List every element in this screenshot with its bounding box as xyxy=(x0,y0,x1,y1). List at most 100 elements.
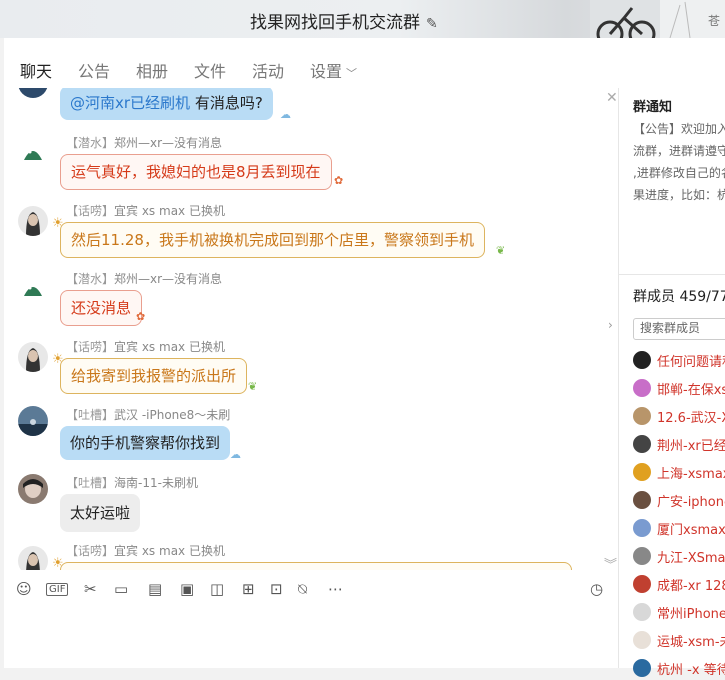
member-role: 【话唠】 xyxy=(66,340,115,354)
gift-icon[interactable]: ⊞ xyxy=(242,580,255,598)
member-name: 杭州 -x 等待 xyxy=(657,663,725,678)
message-bubble[interactable]: 给我寄到我报警的派出所 xyxy=(60,358,248,394)
member-role: 【吐槽】 xyxy=(66,476,115,490)
avatar xyxy=(633,519,651,537)
close-icon[interactable]: ✕ xyxy=(606,90,618,106)
member-name: 成都-xr 128 xyxy=(657,579,725,594)
tab-files[interactable]: 文件 xyxy=(194,58,226,82)
avatar[interactable] xyxy=(18,406,48,436)
scroll-down-icon[interactable]: ︾ xyxy=(604,554,617,570)
message-list[interactable]: ✕ @河南xr已经刷机 有消息吗? ☁ 【潜水】郑州—xr—没有消息 运气真好，… xyxy=(4,88,618,570)
member-name: 邯郸-在保xsr xyxy=(657,383,725,398)
cloud-bubble-icon: ☁ xyxy=(280,108,291,121)
member-name[interactable]: 郑州—xr—没有消息 xyxy=(114,272,222,286)
member-name: 运城-xsm-未 xyxy=(657,635,725,650)
member-name: 12.6-武汉-XI xyxy=(657,411,725,426)
history-clock-icon[interactable]: ◷ xyxy=(590,580,603,598)
member-role: 【潜水】 xyxy=(66,136,115,150)
member-name[interactable]: 郑州—xr—没有消息 xyxy=(114,136,222,150)
message-input[interactable] xyxy=(4,606,618,668)
avatar[interactable] xyxy=(18,274,48,304)
notice-line[interactable]: 【公告】欢迎加入找 xyxy=(633,120,725,137)
red-packet-icon[interactable]: ⊡ xyxy=(270,580,283,598)
notice-title: 群通知 xyxy=(633,100,673,115)
avatar[interactable] xyxy=(18,138,48,168)
message-bubble[interactable]: 还没消息 xyxy=(60,290,143,326)
scissors-icon[interactable]: ✂ xyxy=(84,580,97,598)
message-bubble[interactable]: 你的手机警察帮你找到 xyxy=(60,426,231,460)
message-meta: 【吐槽】海南-11-未刷机 xyxy=(66,474,198,491)
avatar[interactable] xyxy=(18,88,48,98)
message-text: 太好运啦 xyxy=(70,504,131,522)
message-bubble[interactable]: 然后11.28，我手机被换机完成回到那个店里，警察领到手机 xyxy=(60,222,485,258)
avatar xyxy=(633,491,651,509)
doc-icon[interactable]: ▤ xyxy=(148,580,162,598)
message-meta: 【吐槽】武汉 -iPhone8～未刷 xyxy=(66,406,230,423)
member-name: 任何问题请私 xyxy=(657,355,725,370)
member-role: 【吐槽】 xyxy=(66,408,115,422)
mention-link[interactable]: @河南xr已经刷机 xyxy=(70,94,190,112)
message-text: 有消息吗? xyxy=(194,94,263,112)
message-bubble[interactable]: 太好运啦 xyxy=(60,494,141,532)
fire-bubble-icon: ✿ xyxy=(136,310,146,323)
notice-line[interactable]: ,进群修改自己的名 xyxy=(633,164,725,181)
tab-settings[interactable]: 设置 ﹀ xyxy=(310,58,357,82)
message-meta: 【话唠】宜宾 xs max 已换机 xyxy=(66,542,225,559)
mute-bell-icon[interactable]: ⍉ xyxy=(298,580,307,598)
member-role: 【潜水】 xyxy=(66,272,115,286)
avatar[interactable] xyxy=(18,474,48,504)
member-name[interactable]: 宜宾 xs max 已换机 xyxy=(114,544,225,558)
avatar[interactable] xyxy=(18,546,48,570)
members-title: 群成员 459/77 xyxy=(633,289,725,305)
group-title-text: 找果网找回手机交流群 xyxy=(250,13,420,33)
gif-icon[interactable]: GIF xyxy=(46,583,69,596)
member-name: 荆州-xr已经刷 xyxy=(657,439,725,454)
member-name: 上海-xsmax- xyxy=(657,467,725,482)
message-bubble[interactable] xyxy=(60,562,572,570)
cloud-bubble-icon: ☁ xyxy=(230,448,241,461)
message-text: 运气真好，我媳妇的也是8月丢到现在 xyxy=(71,163,321,181)
more-icon[interactable]: ⋯ xyxy=(328,580,343,598)
group-title[interactable]: 找果网找回手机交流群 ✎ xyxy=(250,8,438,33)
member-name: 广安-iphone xyxy=(657,495,725,510)
avatar xyxy=(633,379,651,397)
tab-bar: 聊天 公告 相册 文件 活动 设置 ﹀ xyxy=(4,38,725,94)
leaf-bubble-icon: ❦ xyxy=(496,244,506,257)
member-name[interactable]: 海南-11-未刷机 xyxy=(114,476,198,490)
tab-chat[interactable]: 聊天 xyxy=(20,58,53,94)
chevron-right-icon[interactable]: › xyxy=(608,318,613,332)
group-sidebar: 群通知 【公告】欢迎加入找 流群，进群请遵守 ,进群修改自己的名 果进度，比如：… xyxy=(618,88,725,678)
folder-icon[interactable]: ▭ xyxy=(114,580,128,598)
member-name: 厦门xsmax xyxy=(657,523,725,538)
divider xyxy=(619,274,725,275)
member-name[interactable]: 宜宾 xs max 已换机 xyxy=(114,204,225,218)
message-text: 然后11.28，我手机被换机完成回到那个店里，警察领到手机 xyxy=(71,231,474,249)
tab-settings-label: 设置 xyxy=(310,62,343,81)
camera-icon[interactable]: ◫ xyxy=(210,580,224,598)
tab-announcement[interactable]: 公告 xyxy=(78,58,110,82)
member-name[interactable]: 武汉 -iPhone8～未刷 xyxy=(114,408,230,422)
emoji-icon[interactable]: ☺ xyxy=(16,580,32,598)
member-role: 【话唠】 xyxy=(66,544,115,558)
avatar[interactable] xyxy=(18,206,48,236)
input-toolbar: ☺ GIF ✂ ▭ ▤ ▣ ◫ ⊞ ⊡ ⍉ ⋯ ◷ xyxy=(4,570,618,606)
avatar[interactable] xyxy=(18,342,48,372)
member-search-input[interactable]: 搜索群成员 xyxy=(633,318,725,340)
message-meta: 【话唠】宜宾 xs max 已换机 xyxy=(66,202,225,219)
fire-bubble-icon: ✿ xyxy=(334,174,344,187)
tab-activity[interactable]: 活动 xyxy=(252,58,284,82)
avatar xyxy=(633,407,651,425)
message-meta: 【潜水】郑州—xr—没有消息 xyxy=(66,270,222,287)
image-icon[interactable]: ▣ xyxy=(180,580,194,598)
message-text: 你的手机警察帮你找到 xyxy=(70,434,221,452)
notice-line[interactable]: 果进度，比如：杭 xyxy=(633,186,725,203)
edit-pencil-icon[interactable]: ✎ xyxy=(426,16,438,32)
message-bubble[interactable]: 运气真好，我媳妇的也是8月丢到现在 xyxy=(60,154,332,190)
message-bubble[interactable]: @河南xr已经刷机 有消息吗? xyxy=(60,88,273,120)
tab-album[interactable]: 相册 xyxy=(136,58,168,82)
notice-line[interactable]: 流群，进群请遵守 xyxy=(633,142,725,159)
avatar xyxy=(633,659,651,677)
avatar xyxy=(633,547,651,565)
avatar xyxy=(633,603,651,621)
member-name[interactable]: 宜宾 xs max 已换机 xyxy=(114,340,225,354)
